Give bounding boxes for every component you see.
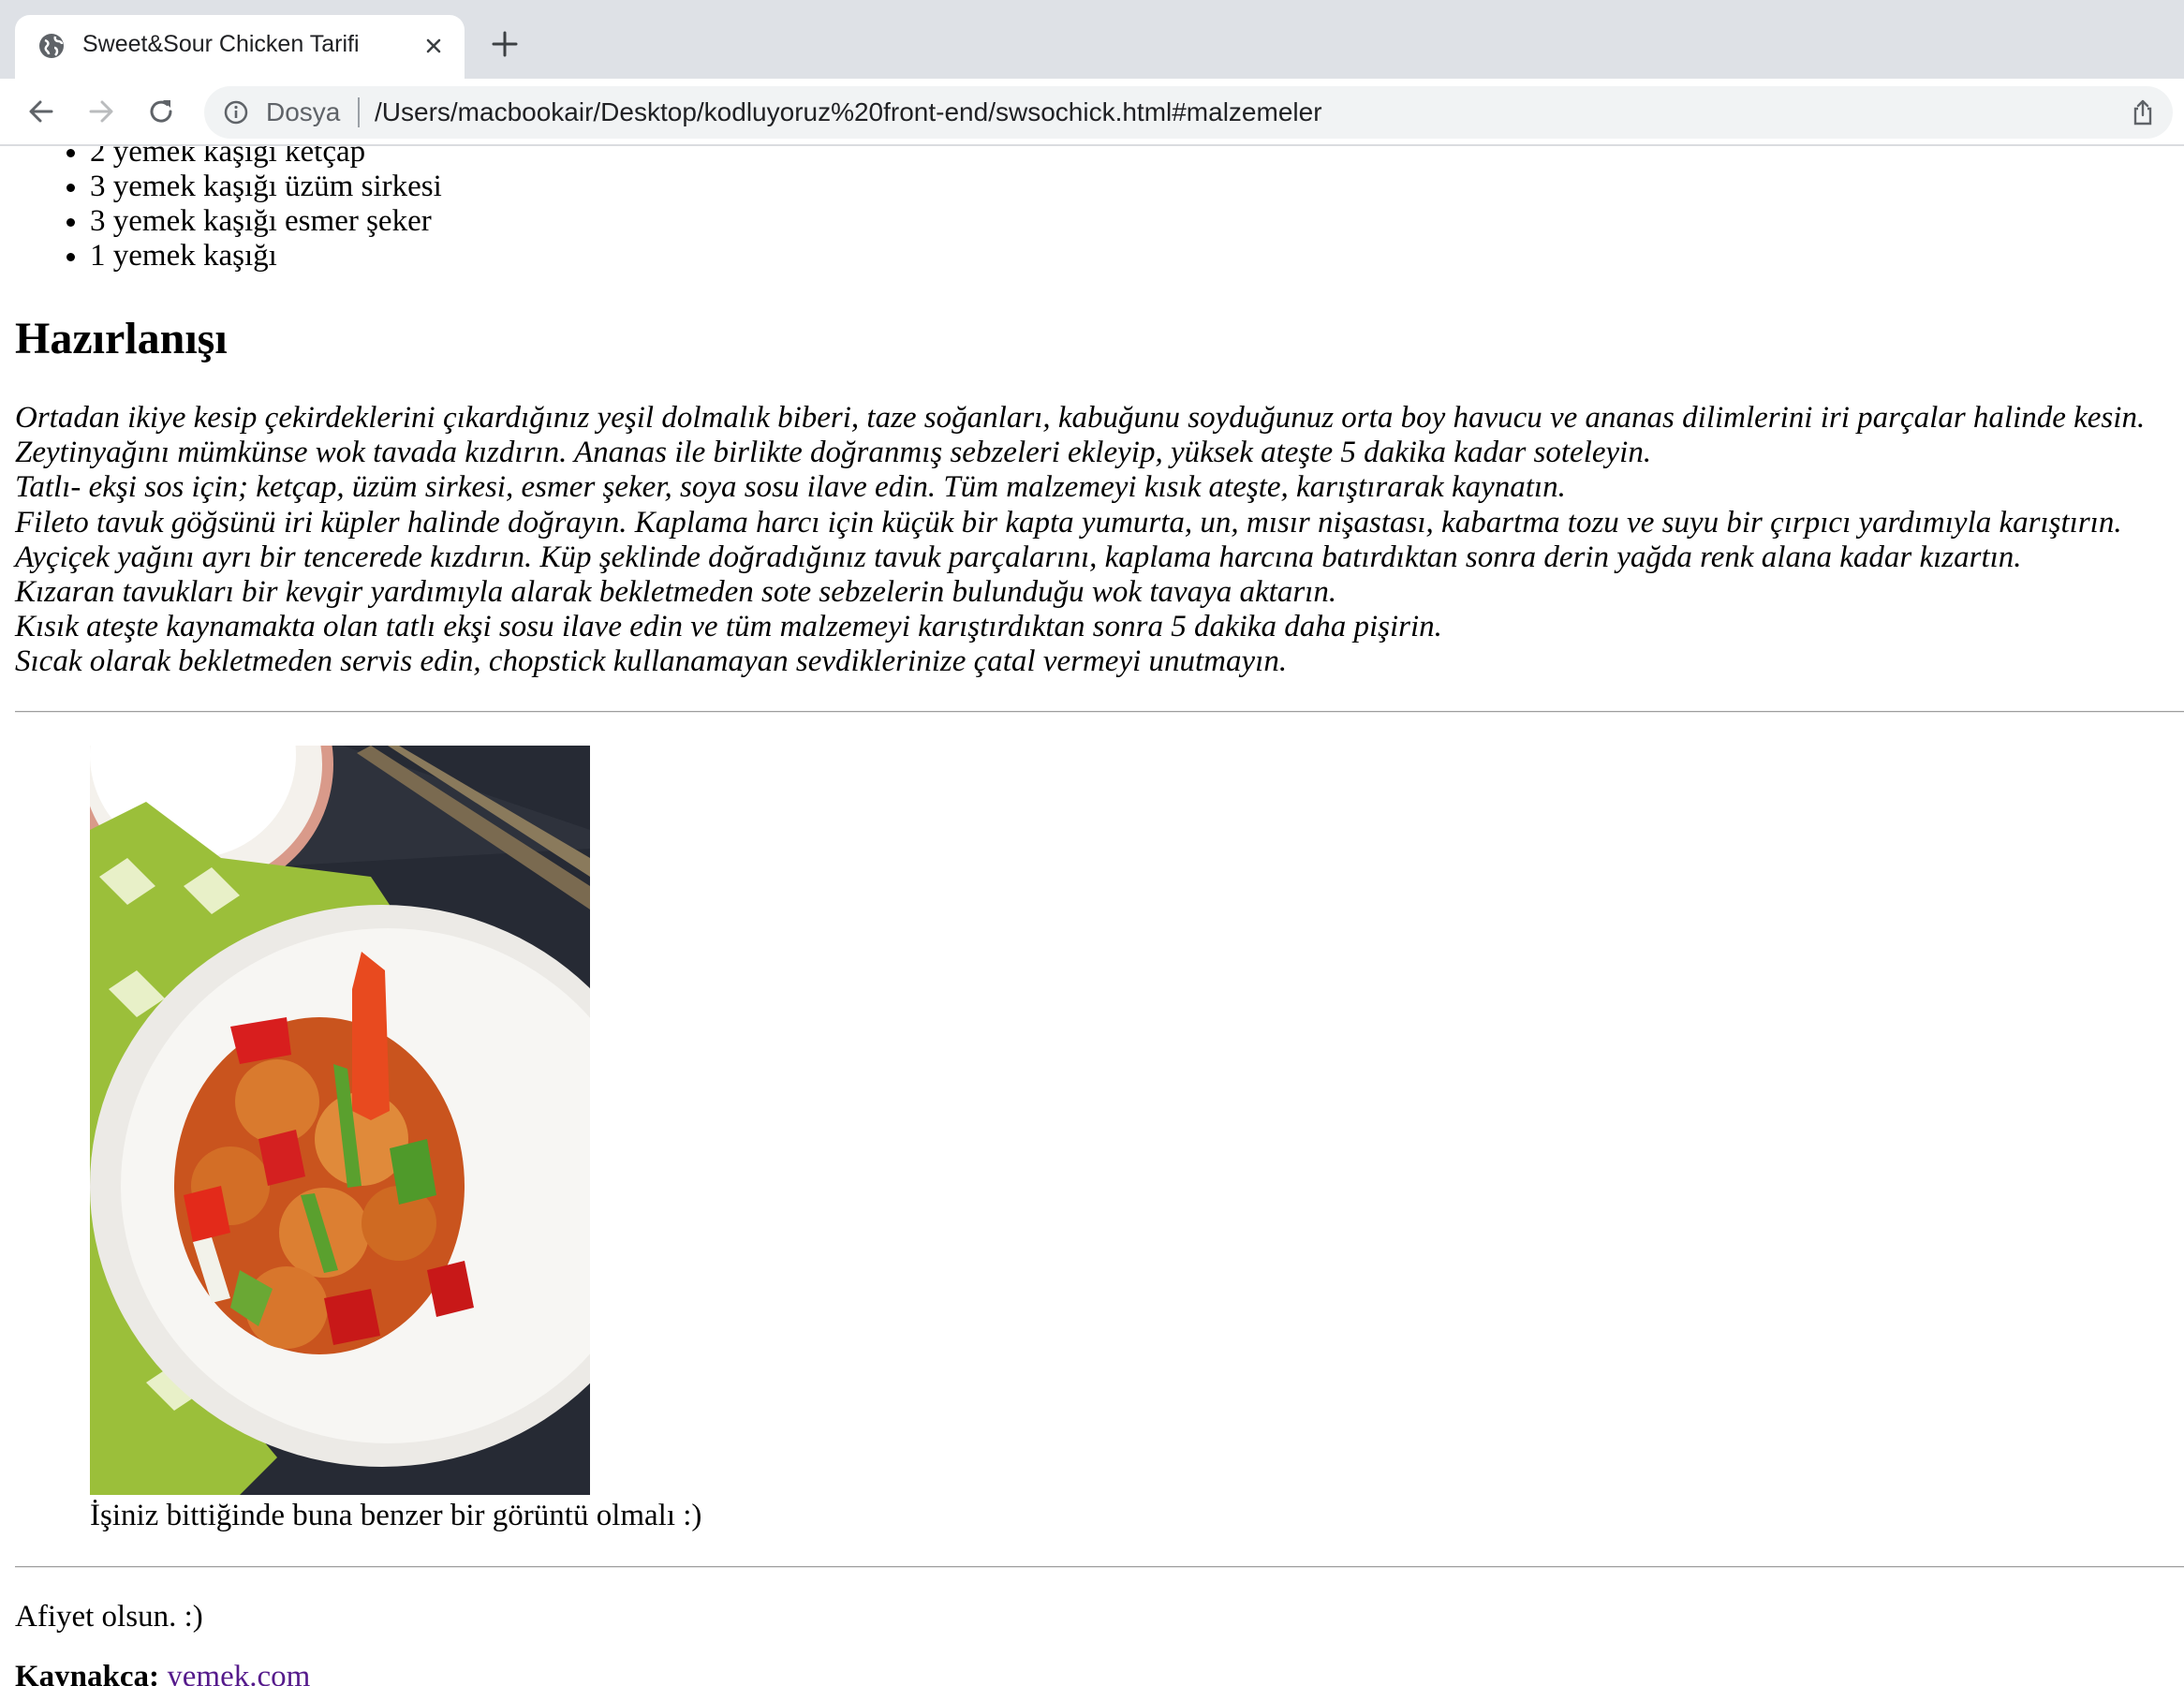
step-line: Ortadan ikiye kesip çekirdeklerini çıkar… [15, 401, 2146, 435]
url-text[interactable]: /Users/macbookair/Desktop/kodluyoruz%20f… [375, 97, 1322, 127]
dish-photo [90, 746, 590, 1495]
step-line: Sıcak olarak bekletmeden servis edin, ch… [15, 644, 1288, 679]
forward-arrow-icon[interactable] [84, 95, 118, 128]
page-content: 2 yemek kaşığı ketçap 3 yemek kaşığı üzü… [0, 146, 2184, 1686]
list-item: 1 yemek kaşığı [90, 239, 442, 274]
globe-icon [39, 34, 64, 58]
image-caption: İşiniz bittiğinde buna benzer bir görünt… [90, 1499, 702, 1532]
source-label: Kaynakça: [15, 1660, 160, 1686]
chip-divider [358, 97, 360, 127]
step-line: Kısık ateşte kaynamakta olan tatlı ekşi … [15, 610, 1442, 644]
step-line: Ayçiçek yağını ayrı bir tencerede kızdır… [15, 540, 2022, 574]
info-icon[interactable] [223, 99, 249, 126]
closing-text: Afiyet olsun. :) [15, 1600, 203, 1634]
source-line: Kaynakça: yemek.com [15, 1660, 310, 1686]
source-link[interactable]: yemek.com [167, 1660, 310, 1686]
preparation-steps: Ortadan ikiye kesip çekirdeklerini çıkar… [15, 401, 2145, 680]
security-chip-label[interactable]: Dosya [266, 97, 340, 127]
list-item: 2 yemek kaşığı ketçap [90, 146, 442, 170]
list-item: 3 yemek kaşığı esmer şeker [90, 204, 442, 239]
tab-strip: Sweet&Sour Chicken Tarifi [0, 0, 2184, 79]
address-bar[interactable]: Dosya /Users/macbookair/Desktop/kodluyor… [204, 86, 2173, 139]
browser-chrome: Sweet&Sour Chicken Tarifi Dosya /Users/m… [0, 0, 2184, 146]
back-arrow-icon[interactable] [24, 95, 58, 128]
toolbar: Dosya /Users/macbookair/Desktop/kodluyor… [0, 79, 2184, 146]
browser-tab[interactable]: Sweet&Sour Chicken Tarifi [15, 15, 465, 79]
horizontal-rule [15, 1566, 2184, 1568]
step-line: Kızaran tavukları bir kevgir yardımıyla … [15, 575, 1337, 610]
section-heading: Hazırlanışı [15, 314, 228, 363]
share-icon[interactable] [2128, 97, 2158, 127]
step-line: Tatlı- ekşi sos için; ketçap, üzüm sirke… [15, 470, 1566, 505]
list-item: 3 yemek kaşığı üzüm sirkesi [90, 170, 442, 204]
ingredients-list: 2 yemek kaşığı ketçap 3 yemek kaşığı üzü… [90, 146, 442, 274]
close-icon[interactable] [420, 32, 448, 60]
reload-icon[interactable] [144, 95, 178, 128]
horizontal-rule [15, 711, 2184, 713]
step-line: Zeytinyağını mümkünse wok tavada kızdırı… [15, 436, 1652, 470]
step-line: Fileto tavuk göğsünü iri küpler halinde … [15, 505, 2122, 540]
tab-title: Sweet&Sour Chicken Tarifi [82, 31, 360, 57]
plus-icon[interactable] [489, 28, 521, 60]
